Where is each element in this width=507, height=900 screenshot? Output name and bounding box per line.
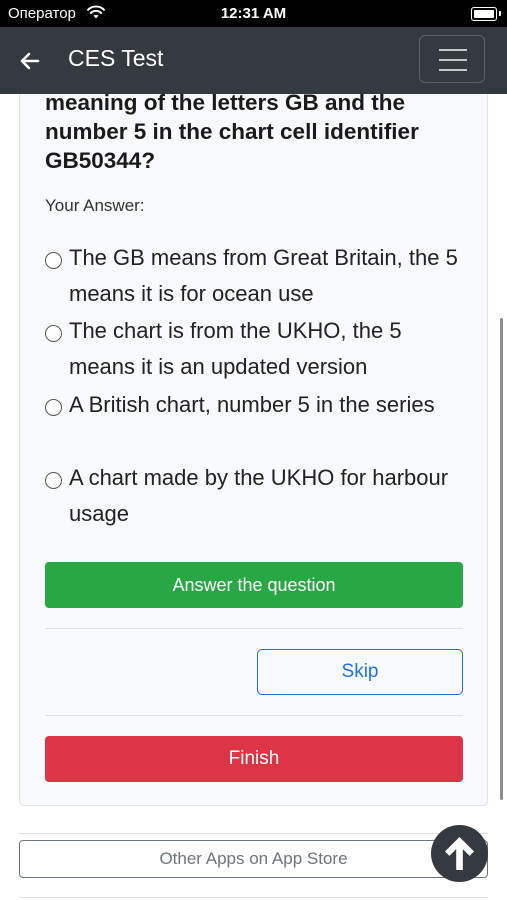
finish-button[interactable]: Finish: [45, 736, 463, 782]
back-arrow-icon[interactable]: [18, 49, 42, 73]
divider: [45, 715, 463, 716]
menu-toggle-button[interactable]: [419, 35, 485, 83]
question-text: meaning of the letters GB and the number…: [45, 90, 419, 173]
question-card: [19, 70, 488, 806]
battery-icon: [471, 7, 501, 21]
status-bar: Оператор 12:31 AM: [0, 0, 507, 27]
arrow-up-icon: [445, 837, 474, 870]
radio-button-icon[interactable]: [45, 325, 62, 342]
hamburger-bar: [439, 69, 467, 71]
option-label: The GB means from Great Britain, the 5 m…: [69, 245, 458, 306]
radio-button-icon[interactable]: [45, 472, 62, 489]
option-label: A chart made by the UKHO for harbour usa…: [69, 465, 449, 526]
status-time: 12:31 AM: [220, 5, 287, 22]
radio-button-icon[interactable]: [45, 252, 62, 269]
hamburger-icon: [439, 49, 467, 51]
scrollbar[interactable]: [500, 318, 503, 800]
answer-label: Your Answer:: [45, 196, 145, 215]
divider: [19, 833, 488, 834]
radio-button-icon[interactable]: [45, 399, 62, 416]
option-label: The chart is from the UKHO, the 5 means …: [69, 318, 402, 379]
answer-button[interactable]: Answer the question: [45, 562, 463, 608]
divider: [19, 897, 488, 898]
option-label: A British chart, number 5 in the series: [69, 392, 435, 417]
scroll-to-top-button[interactable]: [431, 825, 488, 882]
skip-button[interactable]: Skip: [257, 649, 463, 695]
divider: [45, 628, 463, 629]
page-title: CES Test: [68, 45, 164, 71]
other-apps-button[interactable]: Other Apps on App Store: [19, 840, 488, 878]
top-navbar: CES Test: [0, 27, 507, 94]
hamburger-bar: [439, 59, 467, 61]
